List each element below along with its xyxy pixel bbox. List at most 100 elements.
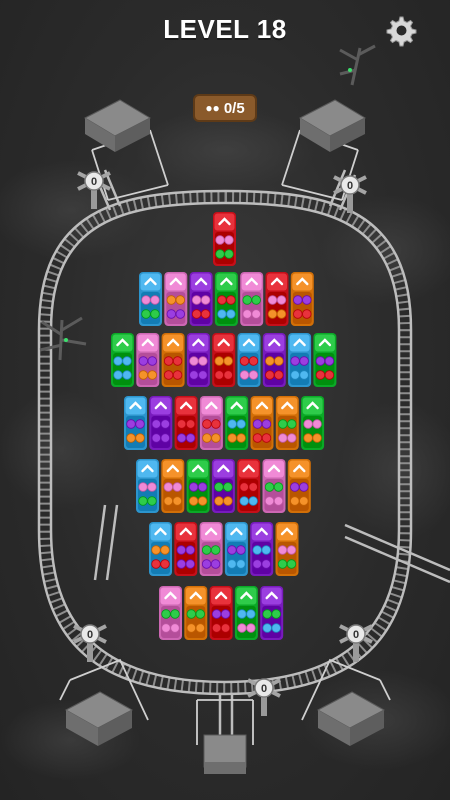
passenger [274, 370, 284, 380]
train-car[interactable] [288, 333, 312, 387]
train-car[interactable] [159, 586, 182, 640]
station-count: 0 [91, 176, 97, 188]
train-car[interactable] [250, 396, 274, 450]
train-car[interactable] [161, 459, 185, 513]
passenger [201, 545, 212, 555]
train-car[interactable] [111, 333, 134, 387]
passenger [200, 295, 211, 305]
train-car[interactable] [237, 333, 261, 387]
train-car[interactable] [139, 272, 162, 326]
train-car[interactable] [189, 272, 213, 326]
train-car[interactable] [209, 586, 233, 640]
passenger [293, 309, 303, 319]
passenger [252, 559, 262, 569]
passenger [242, 295, 252, 305]
passenger [236, 559, 246, 569]
car-cab [213, 334, 234, 352]
fog-layer [0, 110, 450, 780]
car-cab [251, 523, 272, 541]
train-car[interactable] [224, 522, 248, 576]
train-car[interactable] [199, 396, 223, 450]
passenger [220, 609, 231, 619]
train-car[interactable] [149, 522, 172, 576]
car-cab [150, 523, 171, 541]
train-car[interactable] [262, 459, 286, 513]
train-car[interactable] [174, 522, 198, 576]
passenger [265, 356, 275, 366]
passenger [185, 419, 196, 429]
train-car[interactable] [214, 272, 238, 326]
passenger [286, 545, 297, 555]
train-car[interactable] [265, 272, 289, 326]
train-car[interactable] [260, 586, 284, 640]
train-car[interactable] [211, 459, 235, 513]
passenger [290, 370, 300, 380]
passenger [126, 433, 136, 443]
train-car[interactable] [213, 212, 236, 266]
game-screen: 00000 LEVEL 18 ●● 0/5 [0, 0, 450, 800]
passenger [276, 309, 287, 319]
train-car[interactable] [174, 396, 198, 450]
train-car[interactable] [186, 459, 210, 513]
passenger [273, 482, 284, 492]
train-car[interactable] [290, 272, 314, 326]
train-car[interactable] [212, 333, 236, 387]
passenger [267, 309, 278, 319]
passenger [163, 356, 174, 366]
car-cab [201, 397, 222, 415]
train-car[interactable] [149, 396, 173, 450]
car-cab [277, 523, 297, 541]
car-cab [264, 460, 284, 478]
passenger [202, 433, 212, 443]
train-car[interactable] [136, 333, 160, 387]
passenger [189, 356, 199, 366]
car-cab [267, 273, 287, 291]
train-car[interactable] [287, 459, 311, 513]
passenger [299, 356, 309, 366]
passenger [248, 370, 259, 380]
passenger [215, 235, 225, 245]
train-car[interactable] [199, 522, 223, 576]
train-car[interactable] [225, 396, 249, 450]
train-car[interactable] [275, 396, 299, 450]
passenger [147, 496, 157, 506]
passenger [224, 249, 234, 259]
car-cab [188, 334, 209, 352]
passenger [151, 559, 161, 569]
passenger [248, 482, 258, 492]
train-car[interactable] [313, 333, 337, 387]
train-car[interactable] [161, 333, 185, 387]
train-car[interactable] [275, 522, 299, 576]
passenger [197, 496, 208, 506]
passenger [197, 482, 208, 492]
passenger [227, 545, 237, 555]
car-cab [201, 523, 222, 541]
train-car[interactable] [240, 272, 264, 326]
train-car[interactable] [262, 333, 286, 387]
passenger [210, 559, 221, 569]
passenger [113, 356, 123, 366]
car-cab [175, 523, 196, 541]
train-car[interactable] [136, 459, 159, 513]
car-cab [137, 460, 158, 478]
passenger [172, 496, 183, 506]
car-cab [125, 397, 146, 415]
train-car[interactable] [237, 459, 261, 513]
car-cab [214, 213, 235, 231]
train-car[interactable] [301, 396, 325, 450]
train-car[interactable] [164, 272, 188, 326]
passenger [293, 295, 303, 305]
passenger [236, 545, 246, 555]
passenger [189, 370, 199, 380]
train-car[interactable] [186, 333, 210, 387]
passenger [262, 609, 272, 619]
passenger [160, 419, 171, 429]
gear-icon[interactable] [381, 11, 419, 49]
car-cab [261, 587, 282, 605]
train-car[interactable] [184, 586, 208, 640]
train-car[interactable] [250, 522, 274, 576]
passenger [261, 559, 271, 569]
car-cab [264, 334, 285, 352]
train-car[interactable] [234, 586, 258, 640]
train-car[interactable] [124, 396, 147, 450]
